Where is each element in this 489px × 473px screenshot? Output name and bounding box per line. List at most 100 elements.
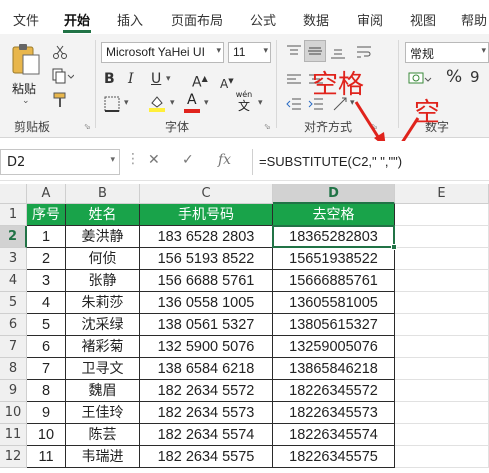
- cell-d10[interactable]: 18226345573: [273, 402, 395, 424]
- cancel-button[interactable]: ✕: [148, 152, 160, 168]
- row-header-11[interactable]: 11: [0, 424, 27, 446]
- cell-d1[interactable]: 去空格: [273, 204, 395, 226]
- cell-c3[interactable]: 156 5193 8522: [140, 248, 273, 270]
- tab-review[interactable]: 审阅: [357, 10, 383, 29]
- cell-e10[interactable]: [395, 402, 489, 424]
- cell-c8[interactable]: 138 6584 6218: [140, 358, 273, 380]
- cell-d9[interactable]: 18226345572: [273, 380, 395, 402]
- cell-a7[interactable]: 6: [27, 336, 66, 358]
- align-top-icon[interactable]: [286, 44, 302, 60]
- enter-button[interactable]: ✓: [182, 152, 194, 168]
- row-header-9[interactable]: 9: [0, 380, 27, 402]
- font-size-select[interactable]: 11 ▾: [228, 42, 271, 63]
- cell-a4[interactable]: 3: [27, 270, 66, 292]
- tab-insert[interactable]: 插入: [117, 10, 143, 29]
- row-header-5[interactable]: 5: [0, 292, 27, 314]
- select-all-corner[interactable]: [0, 184, 27, 204]
- tab-help[interactable]: 帮助: [461, 10, 487, 29]
- cell-e11[interactable]: [395, 424, 489, 446]
- chevron-down-icon[interactable]: ▾: [170, 98, 175, 108]
- cell-e7[interactable]: [395, 336, 489, 358]
- format-painter-icon[interactable]: [52, 92, 68, 108]
- cell-b5[interactable]: 朱莉莎: [66, 292, 140, 314]
- fill-handle[interactable]: [391, 244, 397, 250]
- cell-c9[interactable]: 182 2634 5572: [140, 380, 273, 402]
- cell-e8[interactable]: [395, 358, 489, 380]
- row-header-10[interactable]: 10: [0, 402, 27, 424]
- tab-file[interactable]: 文件: [13, 10, 39, 29]
- cell-c11[interactable]: 182 2634 5574: [140, 424, 273, 446]
- cell-e4[interactable]: [395, 270, 489, 292]
- cell-b2[interactable]: 姜洪静: [66, 226, 140, 248]
- phonetic-button[interactable]: wén 文: [232, 90, 256, 114]
- cell-c4[interactable]: 156 6688 5761: [140, 270, 273, 292]
- cell-a10[interactable]: 9: [27, 402, 66, 424]
- column-header-e[interactable]: E: [395, 184, 489, 204]
- paste-button[interactable]: 粘贴 ⌄: [8, 40, 44, 110]
- cell-a3[interactable]: 2: [27, 248, 66, 270]
- number-format-select[interactable]: 常规 ▾: [405, 42, 489, 63]
- tab-view[interactable]: 视图: [410, 10, 436, 29]
- row-header-12[interactable]: 12: [0, 446, 27, 468]
- comma-style-button[interactable]: 9: [470, 68, 480, 86]
- italic-button[interactable]: I: [128, 70, 134, 88]
- cell-c12[interactable]: 182 2634 5575: [140, 446, 273, 468]
- cut-icon[interactable]: [52, 44, 68, 60]
- chevron-down-icon[interactable]: ▾: [166, 74, 171, 84]
- column-header-a[interactable]: A: [27, 184, 66, 204]
- cell-d7[interactable]: 13259005076: [273, 336, 395, 358]
- row-header-6[interactable]: 6: [0, 314, 27, 336]
- column-header-c[interactable]: C: [140, 184, 273, 204]
- tab-data[interactable]: 数据: [303, 10, 329, 29]
- align-middle-button[interactable]: [304, 40, 326, 62]
- cell-b3[interactable]: 何侦: [66, 248, 140, 270]
- decrease-indent-icon[interactable]: [286, 96, 302, 112]
- cell-a1[interactable]: 序号: [27, 204, 66, 226]
- chevron-down-icon[interactable]: ▾: [124, 98, 129, 108]
- cell-e5[interactable]: [395, 292, 489, 314]
- cell-d4[interactable]: 15666885761: [273, 270, 395, 292]
- align-bottom-icon[interactable]: [330, 44, 346, 60]
- cell-b6[interactable]: 沈采绿: [66, 314, 140, 336]
- cell-a12[interactable]: 11: [27, 446, 66, 468]
- insert-function-button[interactable]: fx: [218, 152, 231, 168]
- cell-c1[interactable]: 手机号码: [140, 204, 273, 226]
- currency-icon[interactable]: [408, 70, 432, 88]
- cell-d5[interactable]: 13605581005: [273, 292, 395, 314]
- row-header-3[interactable]: 3: [0, 248, 27, 270]
- copy-icon[interactable]: [52, 68, 74, 84]
- grow-font-button[interactable]: A▲: [192, 70, 208, 92]
- tab-home[interactable]: 开始: [64, 10, 90, 29]
- cell-c6[interactable]: 138 0561 5327: [140, 314, 273, 336]
- cell-b8[interactable]: 卫寻文: [66, 358, 140, 380]
- cell-c2[interactable]: 183 6528 2803: [140, 226, 273, 248]
- row-header-2[interactable]: 2: [0, 226, 27, 248]
- cell-e2[interactable]: [395, 226, 489, 248]
- cell-a11[interactable]: 10: [27, 424, 66, 446]
- tab-page-layout[interactable]: 页面布局: [171, 10, 223, 29]
- align-left-icon[interactable]: [286, 72, 302, 88]
- cell-a8[interactable]: 7: [27, 358, 66, 380]
- cell-d8[interactable]: 13865846218: [273, 358, 395, 380]
- cell-d11[interactable]: 18226345574: [273, 424, 395, 446]
- row-header-7[interactable]: 7: [0, 336, 27, 358]
- cell-d12[interactable]: 18226345575: [273, 446, 395, 468]
- row-header-8[interactable]: 8: [0, 358, 27, 380]
- column-header-d[interactable]: D: [273, 184, 395, 204]
- font-launcher-icon[interactable]: ⬂: [264, 122, 271, 131]
- chevron-down-icon[interactable]: ▾: [204, 98, 209, 108]
- fill-color-icon[interactable]: [148, 94, 166, 112]
- wrap-text-icon[interactable]: [356, 44, 372, 60]
- border-icon[interactable]: [104, 96, 120, 112]
- cell-b12[interactable]: 韦瑞进: [66, 446, 140, 468]
- cell-b11[interactable]: 陈芸: [66, 424, 140, 446]
- cell-b7[interactable]: 褚彩菊: [66, 336, 140, 358]
- cell-d6[interactable]: 13805615327: [273, 314, 395, 336]
- name-box[interactable]: D2 ▾: [0, 149, 120, 175]
- font-name-select[interactable]: Microsoft YaHei UI ▾: [101, 42, 224, 63]
- tab-formulas[interactable]: 公式: [250, 10, 276, 29]
- cell-b1[interactable]: 姓名: [66, 204, 140, 226]
- cell-d3[interactable]: 15651938522: [273, 248, 395, 270]
- bold-button[interactable]: B: [104, 70, 115, 88]
- cell-e12[interactable]: [395, 446, 489, 468]
